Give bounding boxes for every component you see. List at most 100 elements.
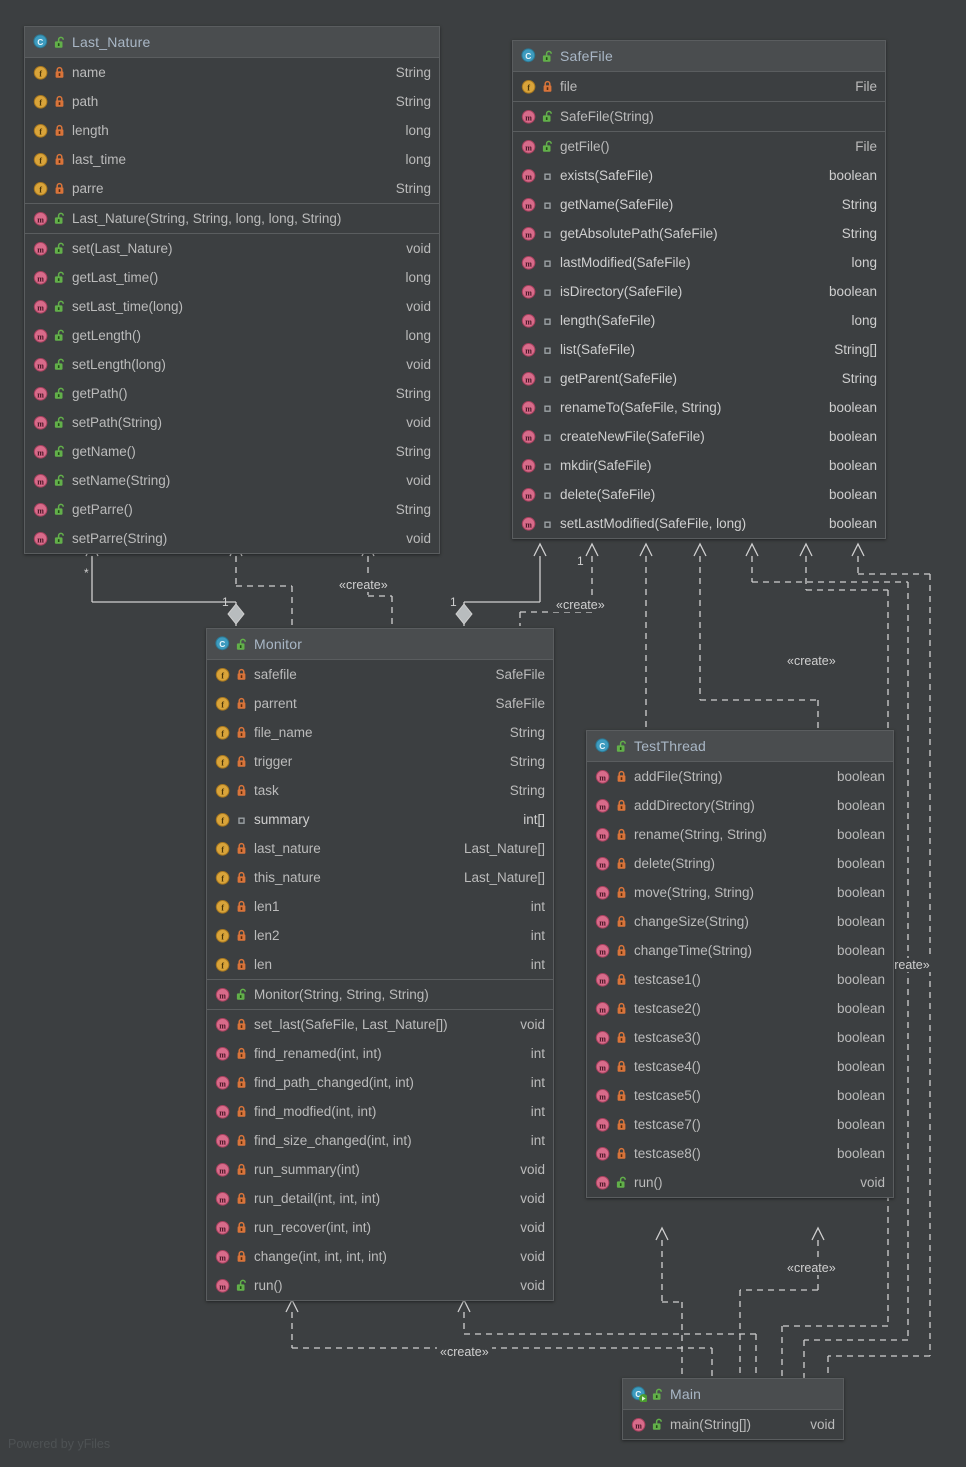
member-name: parre (72, 181, 104, 196)
member-row[interactable]: m run() void (207, 1271, 553, 1300)
member-row[interactable]: m addFile(String) boolean (587, 762, 893, 791)
member-row[interactable]: m Last_Nature(String, String, long, long,… (25, 204, 439, 233)
member-row[interactable]: f task String (207, 776, 553, 805)
member-row[interactable]: m find_path_changed(int, int) int (207, 1068, 553, 1097)
member-row[interactable]: m setPath(String) void (25, 408, 439, 437)
member-row[interactable]: m testcase1() boolean (587, 965, 893, 994)
member-row[interactable]: f length long (25, 116, 439, 145)
member-row[interactable]: m setLength(long) void (25, 350, 439, 379)
member-row[interactable]: f len int (207, 950, 553, 979)
member-row[interactable]: m move(String, String) boolean (587, 878, 893, 907)
member-row[interactable]: m main(String[]) void (623, 1410, 843, 1439)
member-row[interactable]: m set(Last_Nature) void (25, 234, 439, 263)
member-row[interactable]: m changeSize(String) boolean (587, 907, 893, 936)
member-type: void (406, 241, 431, 256)
class-node-main[interactable]: C Main m main(String[]) void (622, 1378, 844, 1440)
member-row[interactable]: m run_summary(int) void (207, 1155, 553, 1184)
member-row[interactable]: m setLastModified(SafeFile, long) boolean (513, 509, 885, 538)
class-node-safefile[interactable]: C SafeFile f file File m SafeFile(String) m getF… (512, 40, 886, 539)
member-row[interactable]: f file_name String (207, 718, 553, 747)
member-row[interactable]: f len1 int (207, 892, 553, 921)
member-row[interactable]: f safefile SafeFile (207, 660, 553, 689)
member-type: boolean (828, 400, 877, 415)
member-row[interactable]: m lastModified(SafeFile) long (513, 248, 885, 277)
member-type: int (530, 899, 545, 914)
member-row[interactable]: f parre String (25, 174, 439, 203)
member-name: setPath(String) (72, 415, 163, 430)
member-row[interactable]: m run_detail(int, int, int) void (207, 1184, 553, 1213)
member-row[interactable]: f parrent SafeFile (207, 689, 553, 718)
member-row[interactable]: f path String (25, 87, 439, 116)
member-row[interactable]: m find_modfied(int, int) int (207, 1097, 553, 1126)
member-row[interactable]: m getLength() long (25, 321, 439, 350)
member-row[interactable]: m exists(SafeFile) boolean (513, 161, 885, 190)
member-row[interactable]: m rename(String, String) boolean (587, 820, 893, 849)
member-row[interactable]: m getParre() String (25, 495, 439, 524)
member-row[interactable]: m change(int, int, int, int) void (207, 1242, 553, 1271)
member-row[interactable]: m changeTime(String) boolean (587, 936, 893, 965)
class-header[interactable]: C Main (623, 1379, 843, 1410)
member-row[interactable]: m getName(SafeFile) String (513, 190, 885, 219)
member-row[interactable]: f file File (513, 72, 885, 101)
member-row[interactable]: m createNewFile(SafeFile) boolean (513, 422, 885, 451)
member-row[interactable]: m delete(String) boolean (587, 849, 893, 878)
member-row[interactable]: m setLast_time(long) void (25, 292, 439, 321)
class-header[interactable]: C Last_Nature (25, 27, 439, 58)
package-visibility-icon (542, 401, 553, 414)
member-row[interactable]: m set_last(SafeFile, Last_Nature[]) void (207, 1010, 553, 1039)
member-row[interactable]: m setName(String) void (25, 466, 439, 495)
member-row[interactable]: m find_renamed(int, int) int (207, 1039, 553, 1068)
member-row[interactable]: m run() void (587, 1168, 893, 1197)
method-icon: m (595, 798, 611, 814)
member-row[interactable]: m isDirectory(SafeFile) boolean (513, 277, 885, 306)
member-row[interactable]: m getFile() File (513, 132, 885, 161)
public-visibility-icon (54, 212, 65, 225)
member-row[interactable]: f name String (25, 58, 439, 87)
member-row[interactable]: m length(SafeFile) long (513, 306, 885, 335)
method-icon: m (521, 429, 537, 445)
svg-text:m: m (37, 332, 44, 341)
svg-text:m: m (525, 143, 532, 152)
member-row[interactable]: m list(SafeFile) String[] (513, 335, 885, 364)
member-row[interactable]: m testcase7() boolean (587, 1110, 893, 1139)
package-visibility-icon (542, 227, 553, 240)
class-header[interactable]: C TestThread (587, 731, 893, 762)
member-row[interactable]: m testcase4() boolean (587, 1052, 893, 1081)
member-row[interactable]: m testcase8() boolean (587, 1139, 893, 1168)
member-row[interactable]: f trigger String (207, 747, 553, 776)
member-row[interactable]: f last_time long (25, 145, 439, 174)
member-row[interactable]: m getAbsolutePath(SafeFile) String (513, 219, 885, 248)
class-node-monitor[interactable]: C Monitor f safefile SafeFile f parrent SafeFil… (206, 628, 554, 1301)
member-row[interactable]: m mkdir(SafeFile) boolean (513, 451, 885, 480)
member-name: set_last(SafeFile, Last_Nature[]) (254, 1017, 448, 1032)
class-node-testthread[interactable]: C TestThread m addFile(String) boolean m addDi… (586, 730, 894, 1198)
member-row[interactable]: m run_recover(int, int) void (207, 1213, 553, 1242)
member-row[interactable]: m renameTo(SafeFile, String) boolean (513, 393, 885, 422)
member-row[interactable]: m getParent(SafeFile) String (513, 364, 885, 393)
member-row[interactable]: f summary int[] (207, 805, 553, 834)
member-row[interactable]: m testcase5() boolean (587, 1081, 893, 1110)
class-header[interactable]: C Monitor (207, 629, 553, 660)
member-row[interactable]: m testcase2() boolean (587, 994, 893, 1023)
fields-compartment: f file File (513, 72, 885, 101)
member-row[interactable]: m Monitor(String, String, String) (207, 980, 553, 1009)
class-node-last-nature[interactable]: C Last_Nature f name String f path String f lengt… (24, 26, 440, 554)
member-row[interactable]: m find_size_changed(int, int) int (207, 1126, 553, 1155)
member-row[interactable]: f len2 int (207, 921, 553, 950)
class-header[interactable]: C SafeFile (513, 41, 885, 72)
private-visibility-icon (236, 1018, 247, 1031)
public-visibility-icon (54, 503, 65, 516)
private-visibility-icon (616, 944, 627, 957)
member-row[interactable]: m setParre(String) void (25, 524, 439, 553)
member-row[interactable]: m delete(SafeFile) boolean (513, 480, 885, 509)
member-row[interactable]: m testcase3() boolean (587, 1023, 893, 1052)
member-row[interactable]: m getPath() String (25, 379, 439, 408)
method-icon: m (631, 1417, 647, 1433)
member-row[interactable]: m getLast_time() long (25, 263, 439, 292)
member-row[interactable]: f last_nature Last_Nature[] (207, 834, 553, 863)
member-row[interactable]: m SafeFile(String) (513, 102, 885, 131)
member-row[interactable]: m getName() String (25, 437, 439, 466)
member-row[interactable]: f this_nature Last_Nature[] (207, 863, 553, 892)
member-row[interactable]: m addDirectory(String) boolean (587, 791, 893, 820)
member-type: boolean (828, 458, 877, 473)
